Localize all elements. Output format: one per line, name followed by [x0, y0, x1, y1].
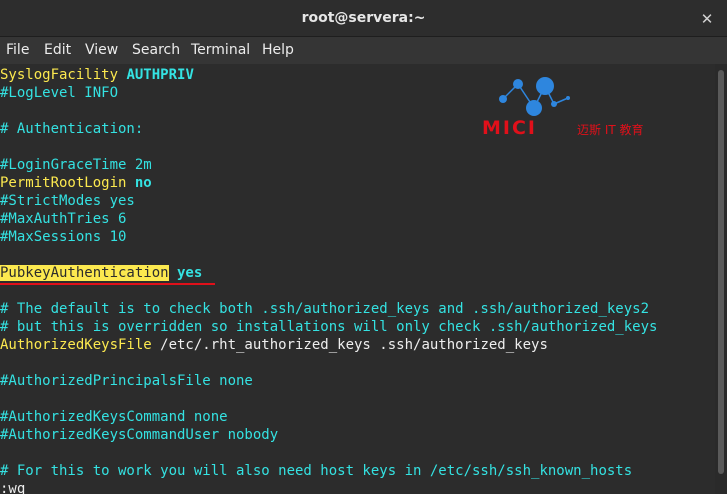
title-bar: root@servera:~ ✕: [0, 0, 727, 37]
menu-bar: File Edit View Search Terminal Help: [0, 37, 727, 64]
mici-watermark-logo: MICI 迈斯 IT 教育: [482, 72, 672, 140]
directive-key: AuthorizedKeysFile: [0, 337, 152, 353]
directive-key: PermitRootLogin: [0, 175, 127, 191]
line-strict-modes: #StrictModes yes: [0, 193, 135, 209]
line-pubkey-authentication: PubkeyAuthentication yes: [0, 264, 202, 282]
menu-view[interactable]: View: [85, 37, 118, 64]
line-authorized-principals-file: #AuthorizedPrincipalsFile none: [0, 373, 253, 389]
directive-value: /etc/.rht_authorized_keys .ssh/authorize…: [151, 337, 548, 353]
line-syslog-facility: SyslogFacility AUTHPRIV: [0, 66, 194, 84]
line-authorized-keys-file: AuthorizedKeysFile /etc/.rht_authorized_…: [0, 336, 548, 354]
directive-value: no: [126, 175, 152, 191]
line-overridden-comment: # but this is overridden so installation…: [0, 319, 658, 335]
watermark-brand: MICI: [482, 117, 537, 139]
red-annotation-underline: [0, 283, 215, 285]
close-icon[interactable]: ✕: [697, 9, 717, 29]
line-default-check-comment: # The default is to check both .ssh/auth…: [0, 301, 650, 317]
line-permit-root-login: PermitRootLogin no: [0, 174, 152, 192]
menu-edit[interactable]: Edit: [44, 37, 71, 64]
line-authorized-keys-command-user: #AuthorizedKeysCommandUser nobody: [0, 427, 279, 443]
scrollbar-thumb[interactable]: [718, 70, 724, 474]
line-login-grace-time: #LoginGraceTime 2m: [0, 157, 152, 173]
directive-key: SyslogFacility: [0, 67, 119, 83]
vim-command-line[interactable]: :wq: [0, 480, 25, 494]
highlighted-directive-key: PubkeyAuthentication: [0, 265, 169, 281]
line-max-auth-tries: #MaxAuthTries 6: [0, 211, 127, 227]
watermark-subtitle: 迈斯 IT 教育: [577, 123, 644, 137]
line-loglevel: #LogLevel INFO: [0, 85, 119, 101]
menu-terminal[interactable]: Terminal: [191, 37, 250, 64]
line-auth-comment: # Authentication:: [0, 121, 144, 137]
directive-value: AUTHPRIV: [118, 67, 194, 83]
network-graph-icon: [499, 77, 570, 116]
terminal-output[interactable]: SyslogFacility AUTHPRIV #LogLevel INFO #…: [0, 64, 715, 494]
directive-value: yes: [168, 265, 203, 281]
line-authorized-keys-command: #AuthorizedKeysCommand none: [0, 409, 228, 425]
menu-search[interactable]: Search: [132, 37, 180, 64]
window-title: root@servera:~: [301, 10, 426, 26]
vertical-scrollbar[interactable]: [715, 64, 727, 494]
menu-help[interactable]: Help: [262, 37, 294, 64]
menu-file[interactable]: File: [6, 37, 29, 64]
line-known-hosts-comment: # For this to work you will also need ho…: [0, 463, 633, 479]
line-max-sessions: #MaxSessions 10: [0, 229, 127, 245]
